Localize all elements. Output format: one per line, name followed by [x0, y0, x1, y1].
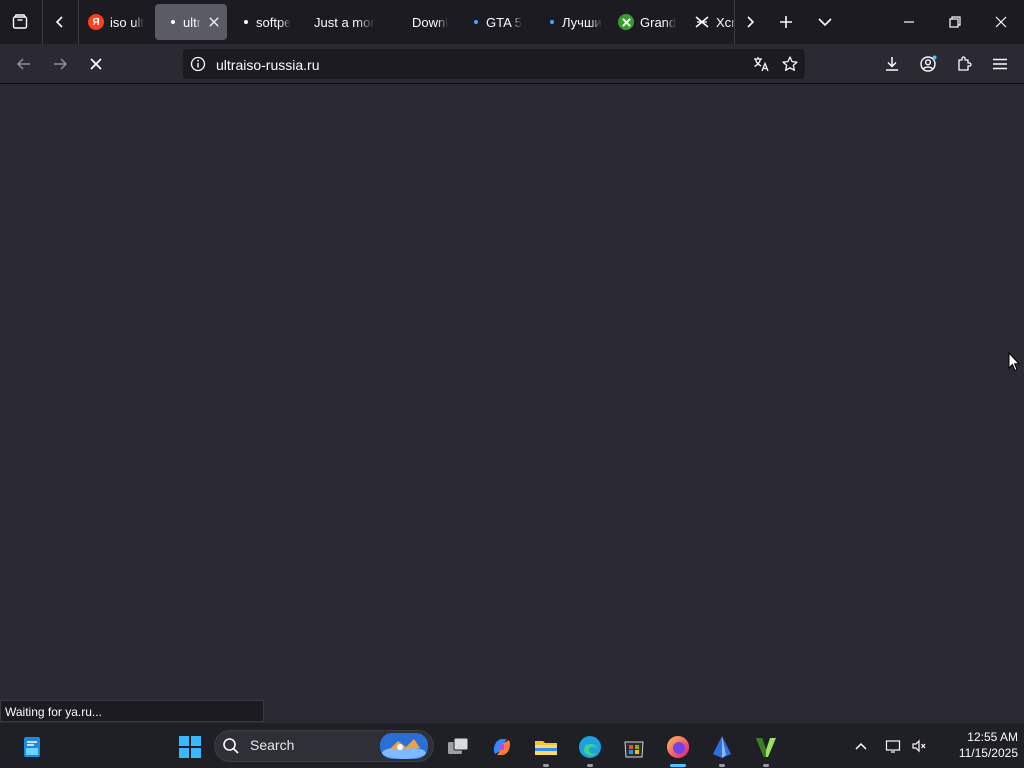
- stop-icon: [90, 58, 102, 70]
- display-icon[interactable]: [882, 735, 904, 757]
- widgets-icon[interactable]: [16, 731, 48, 763]
- tab-title: Downl: [412, 14, 449, 30]
- search-highlight-image: [380, 733, 428, 759]
- file-explorer-icon[interactable]: [530, 731, 562, 767]
- extensions-icon[interactable]: [955, 55, 973, 73]
- status-panel: Waiting for ya.ru...: [0, 700, 264, 722]
- app-v-icon[interactable]: [750, 731, 782, 767]
- show-hidden-icons-button[interactable]: [850, 735, 872, 757]
- chevron-down-icon: [818, 18, 832, 27]
- tab-grand[interactable]: Grand: [618, 4, 676, 40]
- tab-title: Лучши: [562, 14, 602, 30]
- back-button[interactable]: [8, 48, 40, 80]
- restore-icon: [949, 16, 961, 28]
- tab-title: ultr: [183, 14, 201, 30]
- tab-strip: Я iso ult ultr softpe Just a mor Downl G…: [0, 0, 1024, 44]
- xbox-icon: [618, 14, 634, 30]
- tab-just-a-moment[interactable]: Just a mor: [314, 4, 376, 40]
- url-text[interactable]: ultraiso-russia.ru: [216, 57, 319, 73]
- tab-download[interactable]: Downl: [412, 4, 454, 40]
- loading-dot-icon: [550, 20, 554, 24]
- system-clock[interactable]: 12:55 AM 11/15/2025: [936, 729, 1018, 761]
- tab-gta5[interactable]: GTA 5: [474, 4, 526, 40]
- chevron-left-icon: [55, 16, 63, 28]
- close-window-button[interactable]: [978, 0, 1024, 44]
- close-icon: [209, 17, 219, 27]
- minimize-icon: [904, 21, 914, 23]
- menu-icon[interactable]: [991, 55, 1009, 73]
- tab-luchshie[interactable]: Лучши: [550, 4, 602, 40]
- tab-ultraiso-active[interactable]: ultr: [155, 4, 227, 40]
- plus-icon: [780, 16, 792, 28]
- app-blue-crystal-icon[interactable]: [706, 731, 738, 767]
- close-icon: [995, 16, 1007, 28]
- tab-title: Xcr: [716, 14, 736, 30]
- start-button[interactable]: [174, 731, 206, 763]
- stop-button[interactable]: [80, 48, 112, 80]
- speaker-muted-icon[interactable]: [908, 735, 930, 757]
- arrow-left-icon: [16, 58, 30, 70]
- firefox-view-button[interactable]: [0, 0, 40, 44]
- tab-title: GTA 5: [486, 14, 522, 30]
- scroll-tabs-right-button[interactable]: [734, 0, 766, 44]
- edge-icon[interactable]: [574, 731, 606, 767]
- page-content: [0, 85, 1024, 722]
- list-all-tabs-button[interactable]: [806, 0, 844, 44]
- translate-icon[interactable]: [752, 55, 770, 73]
- tab-softpedia[interactable]: softpe: [244, 4, 298, 40]
- mouse-cursor-icon: [1008, 352, 1020, 372]
- info-icon[interactable]: [190, 56, 206, 72]
- tab-title: Grand: [640, 14, 676, 30]
- firefox-view-icon: [12, 14, 28, 29]
- arrow-right-icon: [54, 58, 68, 70]
- downloads-icon[interactable]: [883, 55, 901, 73]
- minimize-button[interactable]: [886, 0, 932, 44]
- windows-logo-icon: [179, 736, 201, 758]
- tab-title: softpe: [256, 14, 292, 30]
- loading-dot-icon: [474, 20, 478, 24]
- chevron-right-icon: [747, 16, 755, 28]
- clock-date: 11/15/2025: [958, 746, 1018, 760]
- copilot-icon[interactable]: [486, 731, 518, 763]
- new-tab-button[interactable]: [768, 0, 804, 44]
- xcraft-icon: [694, 14, 710, 30]
- tab-title: Just a mor: [314, 14, 375, 30]
- loading-dot-icon: [244, 20, 248, 24]
- restore-button[interactable]: [932, 0, 978, 44]
- close-tab-button[interactable]: [207, 15, 221, 29]
- account-icon[interactable]: [919, 55, 937, 73]
- forward-button[interactable]: [44, 48, 76, 80]
- yandex-icon: Я: [88, 14, 104, 30]
- search-icon: [223, 738, 239, 754]
- scroll-tabs-left-button[interactable]: [42, 0, 78, 44]
- browser-window: Я iso ult ultr softpe Just a mor Downl G…: [0, 0, 1024, 768]
- microsoft-store-icon[interactable]: [618, 731, 650, 763]
- tab-xcraft[interactable]: Xcr: [694, 4, 738, 40]
- chevron-up-icon: [855, 742, 867, 750]
- search-label[interactable]: Search: [250, 737, 294, 753]
- windows-taskbar: Search 12:55 AM 11/15/2025: [0, 722, 1024, 768]
- task-view-icon[interactable]: [442, 731, 474, 763]
- loading-dot-icon: [171, 20, 175, 24]
- firefox-icon[interactable]: [662, 731, 694, 767]
- clock-time: 12:55 AM: [967, 730, 1018, 744]
- tab-title: iso ult: [110, 14, 144, 30]
- tab-iso-ult[interactable]: Я iso ult: [84, 4, 150, 40]
- bookmark-star-icon[interactable]: [781, 55, 799, 73]
